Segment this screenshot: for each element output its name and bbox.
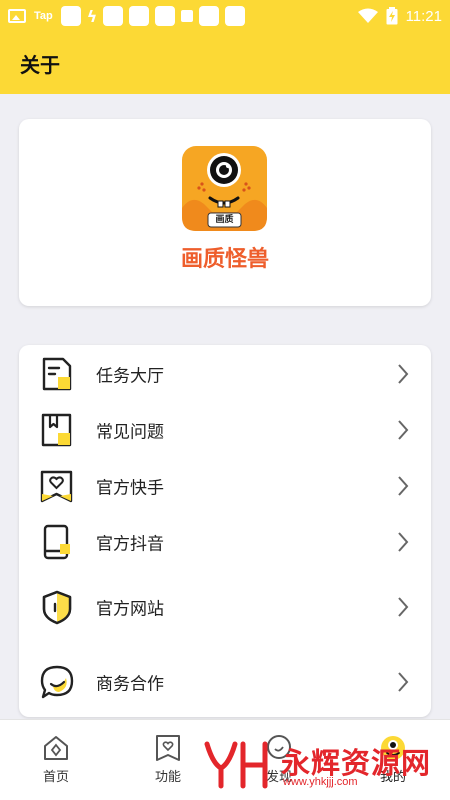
faq-book-icon <box>41 413 72 447</box>
notification-icon <box>129 6 150 26</box>
menu-item-business[interactable]: 商务合作 <box>19 654 431 710</box>
menu-item-label: 商务合作 <box>96 674 164 695</box>
chevron-right-icon <box>398 476 409 496</box>
watermark: 永辉资源网 www.yhkjjj.com <box>203 738 433 790</box>
chevron-right-icon <box>398 420 409 440</box>
about-card: 画质 画质怪兽 <box>19 119 431 306</box>
douyin-phone-icon <box>43 524 70 560</box>
chevron-right-icon <box>398 532 409 552</box>
chevron-right-icon <box>398 672 409 692</box>
menu-item-douyin[interactable]: 官方抖音 <box>19 514 431 570</box>
app-bar: 关于 <box>0 32 450 94</box>
carrier-text: Tap <box>34 10 53 22</box>
chevron-right-icon <box>398 364 409 384</box>
notification-icon <box>155 6 176 26</box>
menu-item-label: 官方抖音 <box>96 534 164 555</box>
website-shield-icon <box>42 590 72 625</box>
watermark-logo-icon <box>204 741 268 789</box>
nav-label: 首页 <box>42 770 69 785</box>
kuaishou-heart-icon <box>40 470 73 503</box>
notification-icon <box>60 6 81 26</box>
logo-badge-text: 画质 <box>215 215 234 225</box>
battery-charging-icon <box>386 7 398 25</box>
business-chat-icon <box>40 665 74 699</box>
nav-feature[interactable]: 功能 <box>133 734 203 794</box>
bolt-icon: ϟ <box>86 6 98 26</box>
page-title: 关于 <box>20 52 60 77</box>
watermark-url: www.yhkjjj.com <box>283 776 358 788</box>
menu-item-label: 常见问题 <box>96 422 164 443</box>
app-logo: 画质 <box>182 146 267 231</box>
wifi-icon <box>357 8 378 23</box>
menu-item-label: 官方快手 <box>96 478 164 499</box>
notification-icon <box>199 6 220 26</box>
notification-icon <box>181 10 194 22</box>
notification-icon <box>103 6 124 26</box>
menu-card: 任务大厅 常见问题 官方快手 官方抖音 官方网站 商务合作 <box>19 345 431 717</box>
status-bar-right: 11:21 <box>357 7 442 25</box>
nav-label: 功能 <box>154 770 181 785</box>
status-bar-left: Tap ϟ <box>8 6 246 26</box>
menu-item-faq[interactable]: 常见问题 <box>19 402 431 458</box>
home-icon <box>44 736 68 760</box>
app-name: 画质怪兽 <box>180 247 269 272</box>
menu-item-label: 任务大厅 <box>96 366 164 387</box>
task-hall-icon <box>42 357 72 391</box>
status-bar: Tap ϟ 11:21 <box>0 0 450 32</box>
menu-item-label: 官方网站 <box>96 599 164 620</box>
notification-icon <box>225 6 246 26</box>
menu-item-website[interactable]: 官方网站 <box>19 579 431 635</box>
image-notification-icon <box>8 9 26 23</box>
clock: 11:21 <box>405 7 442 25</box>
nav-home[interactable]: 首页 <box>21 734 91 794</box>
menu-item-kuaishou[interactable]: 官方快手 <box>19 458 431 514</box>
feature-icon <box>156 735 180 761</box>
chevron-right-icon <box>398 597 409 617</box>
menu-item-task-hall[interactable]: 任务大厅 <box>19 346 431 402</box>
